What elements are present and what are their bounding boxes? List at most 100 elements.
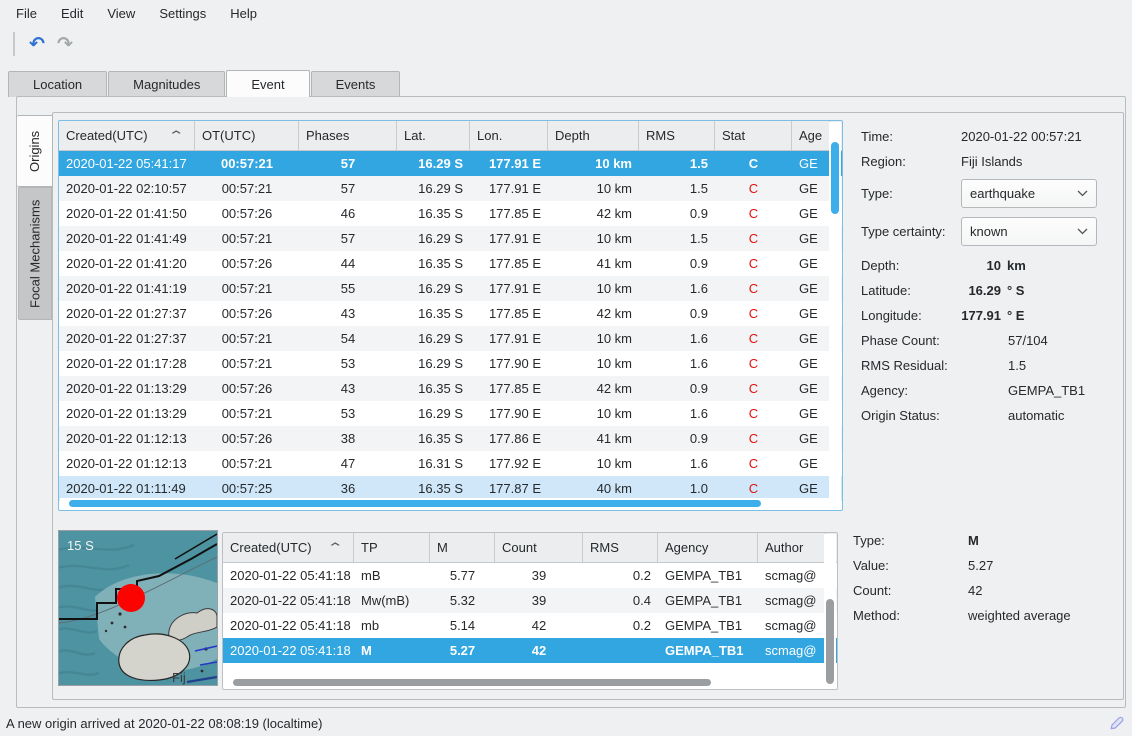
event-type-value: earthquake: [970, 186, 1035, 201]
column-header-rms[interactable]: RMS: [583, 533, 658, 562]
cell-lon: 177.90 E: [470, 401, 548, 426]
mag-type-value: M: [968, 533, 979, 548]
latitude-label: Latitude:: [861, 283, 961, 298]
side-tab-origins[interactable]: Origins: [17, 115, 53, 187]
cell-depth: 42 km: [548, 201, 639, 226]
tab-location[interactable]: Location: [8, 71, 107, 97]
cell-rms: 0.9: [639, 201, 715, 226]
table-row[interactable]: 2020-01-22 01:41:1900:57:215516.29 S177.…: [59, 276, 842, 301]
column-header-lat[interactable]: Lat.: [397, 121, 470, 150]
cell-m: 5.14: [430, 613, 495, 638]
table-row[interactable]: 2020-01-22 01:41:4900:57:215716.29 S177.…: [59, 226, 842, 251]
column-header-agency[interactable]: Agency: [658, 533, 758, 562]
column-header-created[interactable]: Created(UTC)⌃: [223, 533, 354, 562]
column-header-depth[interactable]: Depth: [548, 121, 639, 150]
tab-magnitudes[interactable]: Magnitudes: [108, 71, 225, 97]
cell-tp: M: [354, 638, 430, 663]
scrollbar-thumb[interactable]: [233, 679, 711, 686]
cell-lat: 16.29 S: [397, 151, 470, 176]
cell-lon: 177.85 E: [470, 201, 548, 226]
origin-status-value: automatic: [1008, 408, 1064, 423]
cell-count: 42: [495, 638, 583, 663]
rms-residual-label: RMS Residual:: [861, 358, 961, 373]
column-header-agency[interactable]: Age: [792, 121, 830, 150]
cell-lat: 16.29 S: [397, 351, 470, 376]
origins-table[interactable]: Created(UTC)⌃OT(UTC)PhasesLat.Lon.Depth R…: [58, 120, 843, 511]
scrollbar-thumb[interactable]: [831, 142, 839, 214]
column-header-rms[interactable]: RMS: [639, 121, 715, 150]
cell-created: 2020-01-22 01:41:19: [59, 276, 195, 301]
horizontal-scrollbar[interactable]: [60, 498, 829, 509]
type-certainty-select[interactable]: known: [961, 217, 1097, 246]
column-header-tp[interactable]: TP: [354, 533, 430, 562]
cell-agency: GE: [792, 226, 830, 251]
cell-agency: GEMPA_TB1: [658, 613, 758, 638]
edit-notify-icon[interactable]: [1108, 714, 1126, 732]
tab-event[interactable]: Event: [226, 70, 309, 97]
cell-created: 2020-01-22 01:17:28: [59, 351, 195, 376]
table-row[interactable]: 2020-01-22 05:41:1700:57:215716.29 S177.…: [59, 151, 842, 176]
tab-events[interactable]: Events: [311, 71, 401, 97]
longitude-label: Longitude:: [861, 308, 961, 323]
toolbar-handle[interactable]: [13, 32, 15, 56]
table-row[interactable]: 2020-01-22 05:41:18M5.2742GEMPA_TB1scmag…: [223, 638, 837, 663]
cell-stat: C: [715, 376, 792, 401]
cell-agency: GE: [792, 276, 830, 301]
cell-created: 2020-01-22 01:12:13: [59, 426, 195, 451]
column-header-author[interactable]: Author: [758, 533, 826, 562]
agency-label: Agency:: [861, 383, 961, 398]
menu-file[interactable]: File: [4, 3, 49, 24]
scrollbar-thumb[interactable]: [826, 599, 834, 684]
table-row[interactable]: 2020-01-22 01:27:3700:57:264316.35 S177.…: [59, 301, 842, 326]
menu-edit[interactable]: Edit: [49, 3, 95, 24]
column-header-m[interactable]: M: [430, 533, 495, 562]
cell-stat: C: [715, 201, 792, 226]
column-header-phases[interactable]: Phases: [299, 121, 397, 150]
cell-rms: [583, 638, 658, 663]
cell-count: 39: [495, 563, 583, 588]
event-type-select[interactable]: earthquake: [961, 179, 1097, 208]
column-header-label: RMS: [646, 128, 675, 143]
side-tab-focal-mechanisms[interactable]: Focal Mechanisms: [18, 187, 52, 320]
scrollbar-thumb[interactable]: [69, 500, 761, 507]
map-place-label: Fij: [172, 670, 186, 685]
cell-lon: 177.91 E: [470, 176, 548, 201]
menu-view[interactable]: View: [95, 3, 147, 24]
table-row[interactable]: 2020-01-22 01:17:2800:57:215316.29 S177.…: [59, 351, 842, 376]
column-header-label: Created(UTC): [230, 540, 312, 555]
cell-ot: 00:57:21: [195, 451, 299, 476]
cell-phases: 53: [299, 401, 397, 426]
table-row[interactable]: 2020-01-22 01:12:1300:57:263816.35 S177.…: [59, 426, 842, 451]
column-header-ot[interactable]: OT(UTC): [195, 121, 299, 150]
menu-help[interactable]: Help: [218, 3, 269, 24]
cell-agency: GEMPA_TB1: [658, 588, 758, 613]
cell-ot: 00:57:21: [195, 276, 299, 301]
cell-created: 2020-01-22 01:41:49: [59, 226, 195, 251]
column-header-count[interactable]: Count: [495, 533, 583, 562]
column-header-label: M: [437, 540, 448, 555]
cell-agency: GE: [792, 326, 830, 351]
table-row[interactable]: 2020-01-22 01:27:3700:57:215416.29 S177.…: [59, 326, 842, 351]
magnitudes-table[interactable]: Created(UTC)⌃TPMCountRMSAgencyAuthor2020…: [222, 532, 838, 690]
column-header-lon[interactable]: Lon.: [470, 121, 548, 150]
undo-icon[interactable]: ↶: [23, 30, 51, 58]
table-row[interactable]: 2020-01-22 01:41:2000:57:264416.35 S177.…: [59, 251, 842, 276]
column-header-label: Created(UTC): [66, 128, 148, 143]
vertical-scrollbar[interactable]: [829, 122, 841, 509]
location-map[interactable]: 15 S Fij: [58, 530, 218, 686]
vertical-scrollbar[interactable]: [824, 534, 836, 688]
table-row[interactable]: 2020-01-22 01:12:1300:57:214716.31 S177.…: [59, 451, 842, 476]
epicenter-marker[interactable]: [117, 584, 145, 612]
table-row[interactable]: 2020-01-22 01:13:2900:57:215316.29 S177.…: [59, 401, 842, 426]
table-row[interactable]: 2020-01-22 05:41:18mB5.77390.2GEMPA_TB1s…: [223, 563, 837, 588]
table-row[interactable]: 2020-01-22 01:41:5000:57:264616.35 S177.…: [59, 201, 842, 226]
column-header-stat[interactable]: Stat: [715, 121, 792, 150]
column-header-created[interactable]: Created(UTC)⌃: [59, 121, 195, 150]
depth-unit: km: [1007, 258, 1026, 273]
table-row[interactable]: 2020-01-22 01:13:2900:57:264316.35 S177.…: [59, 376, 842, 401]
table-row[interactable]: 2020-01-22 05:41:18mb5.14420.2GEMPA_TB1s…: [223, 613, 837, 638]
table-row[interactable]: 2020-01-22 05:41:18Mw(mB)5.32390.4GEMPA_…: [223, 588, 837, 613]
table-row[interactable]: 2020-01-22 02:10:5700:57:215716.29 S177.…: [59, 176, 842, 201]
horizontal-scrollbar[interactable]: [224, 677, 824, 688]
menu-settings[interactable]: Settings: [147, 3, 218, 24]
